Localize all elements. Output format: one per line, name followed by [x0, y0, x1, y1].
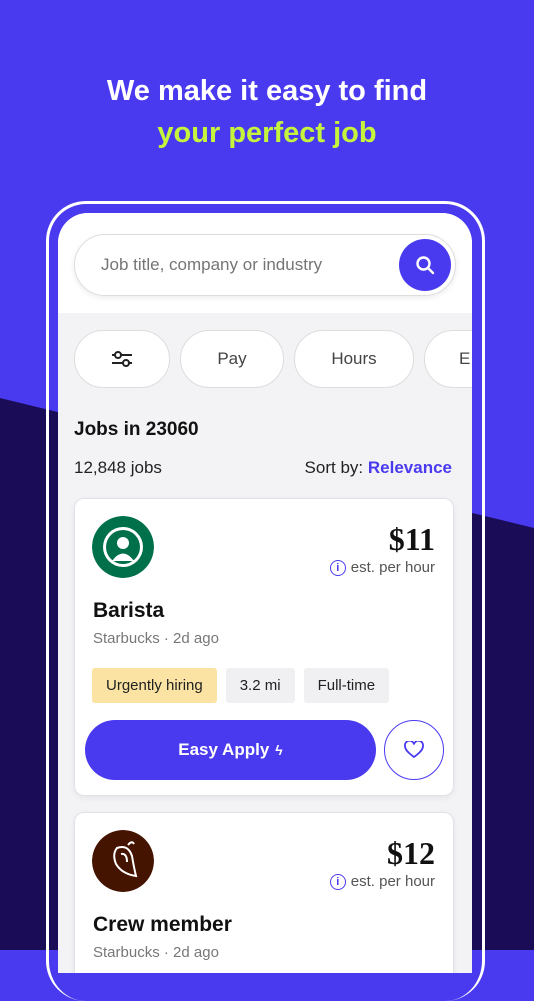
- job-title: Barista: [93, 599, 165, 622]
- heart-icon: [404, 741, 424, 759]
- sort-value[interactable]: Relevance: [368, 458, 452, 477]
- headline-line2: your perfect job: [157, 117, 377, 149]
- job-tags: Urgently hiring 3.2 mi Full-time: [92, 668, 390, 703]
- est-label: est. per hour: [350, 559, 435, 576]
- filter-more[interactable]: E: [424, 330, 472, 388]
- search-box: [74, 234, 456, 296]
- headline-line1: We make it easy to find: [106, 75, 428, 107]
- job-title: Crew member: [93, 913, 232, 936]
- save-job-button[interactable]: [384, 720, 444, 780]
- search-button[interactable]: [399, 239, 451, 291]
- job-price: $11: [388, 521, 435, 557]
- job-meta: Starbucks · 2d ago: [93, 944, 219, 961]
- filter-chips: Pay Hours E: [58, 313, 472, 388]
- apply-label: Easy Apply: [178, 740, 270, 759]
- search-input[interactable]: [101, 255, 381, 275]
- sort-label: Sort by:: [304, 458, 364, 477]
- pay-estimate[interactable]: i est. per hour: [329, 559, 435, 576]
- company: Starbucks: [93, 944, 160, 961]
- easy-apply-button[interactable]: Easy Apply ϟ: [85, 720, 376, 780]
- filter-settings-button[interactable]: [74, 330, 170, 388]
- tag-urgent: Urgently hiring: [92, 668, 217, 703]
- job-card[interactable]: $12 i est. per hour Crew member Starbucks…: [74, 812, 454, 973]
- job-price: $12: [387, 835, 435, 871]
- results-title: Jobs in 23060: [74, 419, 199, 440]
- lightning-icon: ϟ: [275, 742, 283, 758]
- phone-screen: Pay Hours E Jobs in 23060 12,848 jobs So…: [58, 213, 472, 973]
- filter-pay[interactable]: Pay: [180, 330, 284, 388]
- sliders-icon: [112, 351, 132, 367]
- search-area: [58, 213, 472, 313]
- job-card[interactable]: $11 i est. per hour Barista Starbucks · 2…: [74, 498, 454, 796]
- sort-control[interactable]: Sort by: Relevance: [305, 458, 452, 478]
- company: Starbucks: [93, 630, 160, 647]
- filter-hours[interactable]: Hours: [294, 330, 414, 388]
- posted-age: 2d ago: [173, 630, 219, 647]
- info-icon: i: [329, 559, 346, 576]
- est-label: est. per hour: [350, 873, 435, 890]
- headline: We make it easy to find your perfect job: [0, 70, 534, 154]
- search-icon: [416, 256, 435, 275]
- results-count: 12,848 jobs: [74, 458, 162, 477]
- job-meta: Starbucks · 2d ago: [93, 630, 219, 647]
- posted-age: 2d ago: [173, 944, 219, 961]
- tag-distance: 3.2 mi: [225, 668, 295, 703]
- tag-type: Full-time: [303, 668, 390, 703]
- chipotle-logo: [92, 830, 154, 892]
- starbucks-logo: [92, 516, 154, 578]
- pay-estimate[interactable]: i est. per hour: [329, 873, 435, 890]
- info-icon: i: [329, 873, 346, 890]
